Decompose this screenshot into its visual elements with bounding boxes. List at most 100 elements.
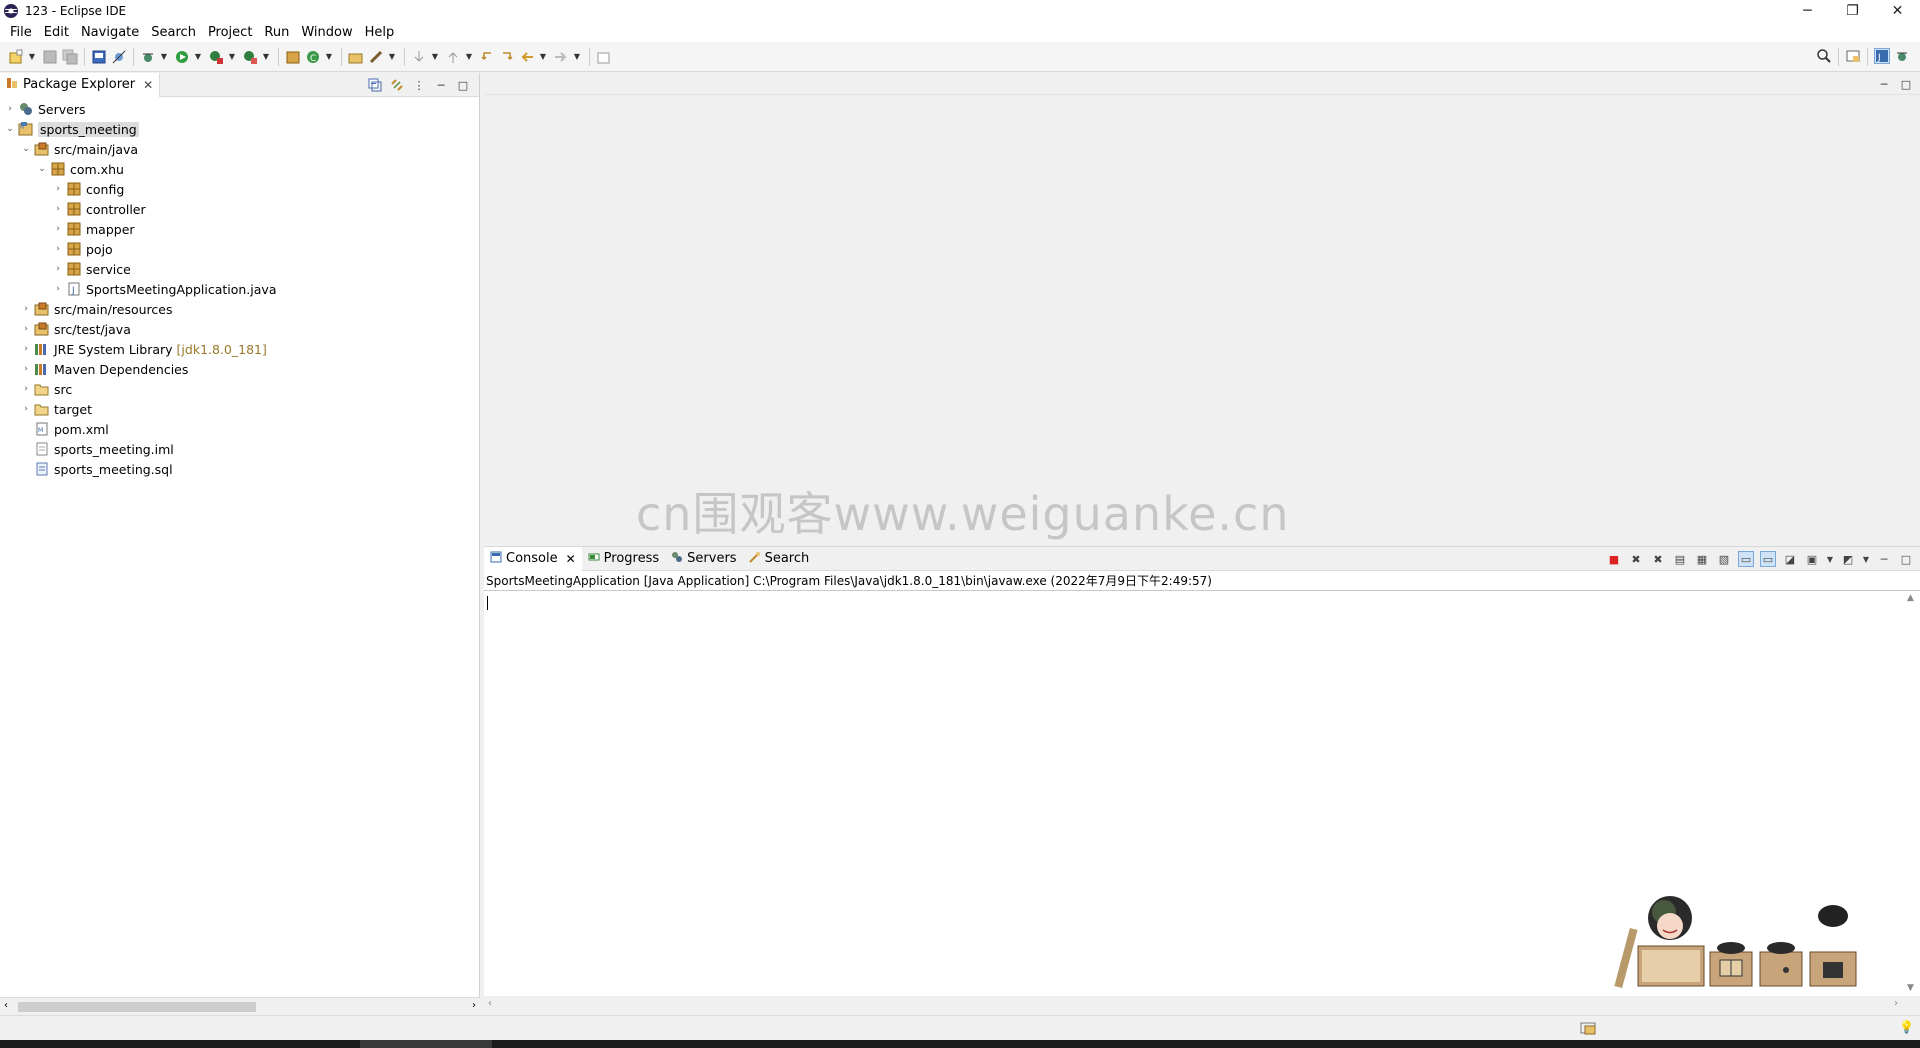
- open-task-icon[interactable]: [368, 49, 384, 65]
- tree-item[interactable]: › controller: [0, 199, 479, 219]
- background-tasks-icon[interactable]: [1580, 1020, 1598, 1036]
- coverage-icon[interactable]: [208, 49, 224, 65]
- clear-console-icon[interactable]: ▤: [1672, 551, 1688, 567]
- tab-search[interactable]: Search: [743, 547, 816, 571]
- search-icon[interactable]: [1816, 48, 1832, 64]
- restore-button[interactable]: ❐: [1830, 0, 1875, 22]
- tips-lightbulb-icon[interactable]: 💡: [1899, 1020, 1914, 1034]
- new-class-icon[interactable]: C: [305, 49, 321, 65]
- minimize-button[interactable]: ─: [1785, 0, 1830, 22]
- menu-file[interactable]: File: [4, 25, 38, 40]
- scroll-left-icon[interactable]: ‹: [488, 998, 492, 1009]
- save-icon[interactable]: [42, 49, 58, 65]
- previous-annotation-icon[interactable]: [445, 49, 461, 65]
- menu-search[interactable]: Search: [145, 25, 202, 40]
- chevron-right-icon[interactable]: ›: [20, 404, 32, 414]
- menu-run[interactable]: Run: [258, 25, 295, 40]
- minimize-console-icon[interactable]: ─: [1876, 551, 1892, 567]
- scroll-right-icon[interactable]: ›: [472, 1000, 476, 1011]
- tree-item[interactable]: ⌄ Msports_meeting: [0, 119, 479, 139]
- chevron-down-icon[interactable]: ⌄: [36, 164, 48, 174]
- chevron-right-icon[interactable]: ›: [20, 344, 32, 354]
- tree-item[interactable]: › service: [0, 259, 479, 279]
- chevron-right-icon[interactable]: ›: [20, 364, 32, 374]
- tree-item[interactable]: › src/test/java: [0, 319, 479, 339]
- debug-dropdown-icon[interactable]: ▼: [160, 49, 168, 65]
- scroll-down-icon[interactable]: ▼: [1907, 983, 1914, 993]
- tab-package-explorer[interactable]: Package Explorer ✕: [0, 72, 161, 97]
- view-menu-icon[interactable]: ⋮: [411, 77, 427, 93]
- editor-area[interactable]: ─ □: [484, 73, 1920, 538]
- word-wrap-icon[interactable]: ▧: [1716, 551, 1732, 567]
- open-console-dropdown-icon[interactable]: ▼: [1862, 551, 1870, 567]
- maximize-editor-icon[interactable]: □: [1898, 76, 1914, 92]
- terminal-icon[interactable]: [91, 49, 107, 65]
- open-perspective-icon[interactable]: [1845, 48, 1861, 64]
- close-icon[interactable]: ✕: [566, 552, 576, 566]
- last-edit-location-icon[interactable]: [479, 49, 495, 65]
- forward-edit-location-icon[interactable]: [499, 49, 515, 65]
- open-task-dropdown-icon[interactable]: ▼: [388, 49, 396, 65]
- previous-annotation-dropdown-icon[interactable]: ▼: [465, 49, 473, 65]
- tree-item[interactable]: › src: [0, 379, 479, 399]
- maximize-view-icon[interactable]: □: [455, 77, 471, 93]
- console-horizontal-scrollbar[interactable]: ‹ ›: [484, 996, 1920, 1014]
- menu-edit[interactable]: Edit: [38, 25, 75, 40]
- show-on-stdout-icon[interactable]: ▭: [1738, 551, 1754, 567]
- java-perspective-icon[interactable]: J: [1874, 48, 1890, 64]
- scroll-left-icon[interactable]: ‹: [4, 1000, 8, 1011]
- tree-item[interactable]: sports_meeting.sql: [0, 459, 479, 479]
- maximize-console-icon[interactable]: □: [1898, 551, 1914, 567]
- open-type-icon[interactable]: [348, 49, 364, 65]
- open-console-icon[interactable]: ◩: [1840, 551, 1856, 567]
- scroll-up-icon[interactable]: ▲: [1907, 593, 1914, 603]
- link-with-editor-icon[interactable]: [389, 77, 405, 93]
- menu-help[interactable]: Help: [359, 25, 401, 40]
- tree-item[interactable]: › JRE System Library [jdk1.8.0_181]: [0, 339, 479, 359]
- debug-perspective-icon[interactable]: [1894, 48, 1910, 64]
- back-icon[interactable]: [519, 49, 535, 65]
- minimize-view-icon[interactable]: ─: [433, 77, 449, 93]
- new-package-icon[interactable]: [285, 49, 301, 65]
- external-tools-icon[interactable]: [242, 49, 258, 65]
- horizontal-scrollbar[interactable]: ‹ ›: [0, 997, 480, 1015]
- forward-icon[interactable]: [553, 49, 569, 65]
- tab-progress[interactable]: Progress: [582, 547, 665, 571]
- save-all-icon[interactable]: [62, 49, 78, 65]
- tab-console[interactable]: Console ✕: [484, 546, 582, 571]
- tree-item[interactable]: › pojo: [0, 239, 479, 259]
- next-annotation-dropdown-icon[interactable]: ▼: [431, 49, 439, 65]
- tree-item[interactable]: › mapper: [0, 219, 479, 239]
- chevron-right-icon[interactable]: ›: [20, 304, 32, 314]
- coverage-dropdown-icon[interactable]: ▼: [228, 49, 236, 65]
- chevron-down-icon[interactable]: ⌄: [20, 144, 32, 154]
- remove-launch-icon[interactable]: ✖: [1628, 551, 1644, 567]
- chevron-right-icon[interactable]: ›: [52, 204, 64, 214]
- tree-item[interactable]: Mpom.xml: [0, 419, 479, 439]
- chevron-right-icon[interactable]: ›: [20, 384, 32, 394]
- scroll-lock-icon[interactable]: ▦: [1694, 551, 1710, 567]
- tree-item[interactable]: › Maven Dependencies: [0, 359, 479, 379]
- chevron-right-icon[interactable]: ›: [52, 264, 64, 274]
- chevron-right-icon[interactable]: ›: [52, 184, 64, 194]
- debug-icon[interactable]: [140, 49, 156, 65]
- tree-item[interactable]: › src/main/resources: [0, 299, 479, 319]
- tree-item[interactable]: › target: [0, 399, 479, 419]
- show-on-stderr-icon[interactable]: ▭: [1760, 551, 1776, 567]
- tree-item[interactable]: ⌄ com.xhu: [0, 159, 479, 179]
- tree-item[interactable]: › Servers: [0, 99, 479, 119]
- chevron-down-icon[interactable]: ⌄: [4, 124, 16, 134]
- close-icon[interactable]: ✕: [143, 78, 153, 92]
- vertical-scrollbar[interactable]: ▲ ▼: [1903, 591, 1920, 995]
- external-tools-dropdown-icon[interactable]: ▼: [262, 49, 270, 65]
- scroll-right-icon[interactable]: ›: [1894, 998, 1898, 1009]
- tree-item[interactable]: ⌄ src/main/java: [0, 139, 479, 159]
- back-dropdown-icon[interactable]: ▼: [539, 49, 547, 65]
- menu-window[interactable]: Window: [295, 25, 358, 40]
- pin-console-icon[interactable]: ◪: [1782, 551, 1798, 567]
- terminate-icon[interactable]: ■: [1606, 551, 1622, 567]
- tab-servers[interactable]: Servers: [665, 547, 742, 571]
- run-dropdown-icon[interactable]: ▼: [194, 49, 202, 65]
- tree-item[interactable]: sports_meeting.iml: [0, 439, 479, 459]
- new-class-dropdown-icon[interactable]: ▼: [325, 49, 333, 65]
